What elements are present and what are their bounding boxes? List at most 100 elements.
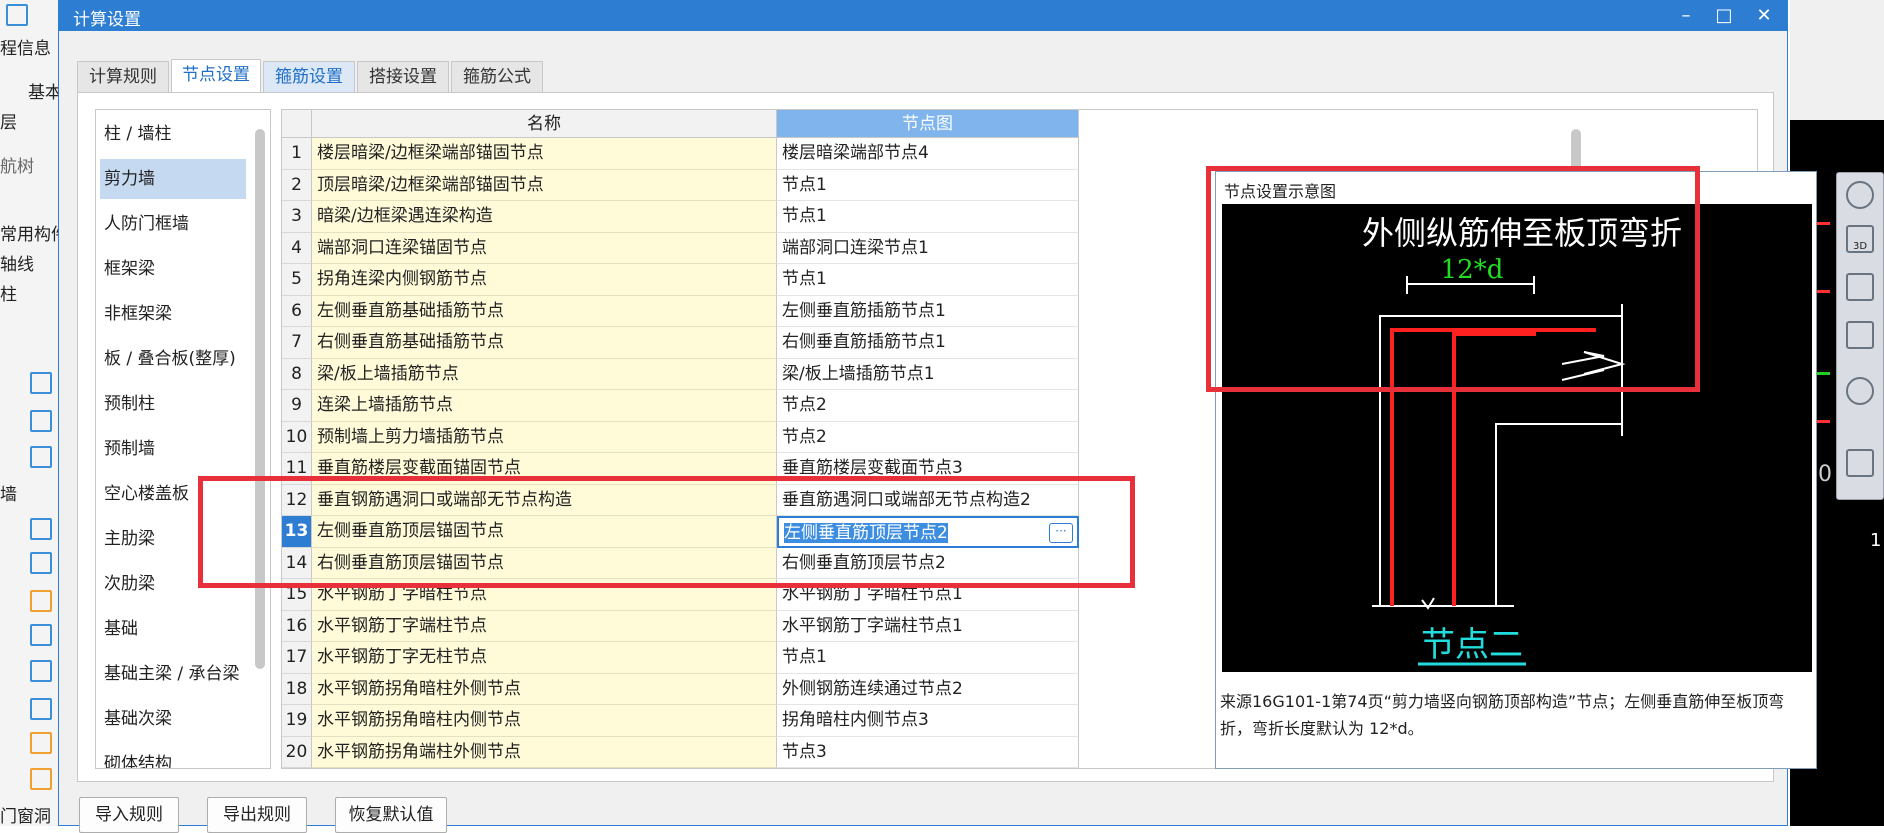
table-row[interactable]: 16 水平钢筋丁字端柱节点 水平钢筋丁字端柱节点1 [282, 610, 1082, 642]
row-node[interactable]: 节点1 [777, 264, 1079, 296]
title-bar[interactable]: 计算设置 – □ ✕ [59, 1, 1787, 31]
row-node[interactable]: 节点2 [777, 421, 1079, 453]
row-node[interactable]: 左侧垂直筋插筋节点1 [777, 295, 1079, 327]
row-node[interactable]: 节点2 [777, 390, 1079, 422]
table-row[interactable]: 18 水平钢筋拐角暗柱外侧节点 外侧钢筋连续通过节点2 [282, 673, 1082, 705]
tab-lap-settings[interactable]: 搭接设置 [357, 61, 449, 92]
grid-view-icon[interactable] [1846, 449, 1874, 477]
row-node[interactable]: 右侧垂直筋插筋节点1 [777, 327, 1079, 359]
front-view-icon[interactable] [1846, 273, 1874, 301]
row-number: 2 [282, 169, 312, 201]
bg-marker-text: 1 [1870, 530, 1882, 551]
row-node[interactable]: 梁/板上墙插筋节点1 [777, 358, 1079, 390]
import-rules-button[interactable]: 导入规则 [79, 797, 179, 833]
category-column[interactable]: 柱 / 墙柱 [100, 114, 246, 154]
row-number: 7 [282, 327, 312, 359]
column-cap-icon[interactable] [30, 410, 52, 432]
category-foundation[interactable]: 基础 [100, 609, 246, 649]
header-node-diagram[interactable]: 节点图 [777, 110, 1079, 138]
tab-stirrup-settings[interactable]: 箍筋设置 [263, 61, 355, 92]
table-row[interactable]: 9 连梁上墙插筋节点 节点2 [282, 390, 1082, 422]
table-row[interactable]: 7 右侧垂直筋基础插筋节点 右侧垂直筋插筋节点1 [282, 327, 1082, 359]
row-node[interactable]: 节点1 [777, 642, 1079, 674]
row-node[interactable]: 节点1 [777, 201, 1079, 233]
shear-wall-icon[interactable] [30, 552, 52, 574]
restore-defaults-button[interactable]: 恢复默认值 [335, 797, 447, 833]
calculation-settings-dialog: 计算设置 – □ ✕ 计算规则 节点设置 箍筋设置 搭接设置 箍筋公式 柱 / … [58, 0, 1817, 833]
category-shear-wall[interactable]: 剪力墙 [100, 159, 246, 199]
sphere-view-icon[interactable] [1846, 181, 1874, 209]
row-node[interactable]: 端部洞口连梁节点1 [777, 232, 1079, 264]
side-view-icon[interactable] [1846, 321, 1874, 349]
close-button[interactable]: ✕ [1749, 3, 1779, 29]
wall-grid-icon[interactable] [30, 660, 52, 682]
category-precast-wall[interactable]: 预制墙 [100, 429, 246, 469]
table-row[interactable]: 1 楼层暗梁/边框梁端部锚固节点 楼层暗梁端部节点4 [282, 138, 1082, 170]
export-rules-button[interactable]: 导出规则 [207, 797, 307, 833]
table-row[interactable]: 3 暗梁/边框梁遇连梁构造 节点1 [282, 201, 1082, 233]
table-row[interactable]: 4 端部洞口连梁锚固节点 端部洞口连梁节点1 [282, 232, 1082, 264]
3d-view-icon[interactable]: 3D [1846, 225, 1874, 253]
tab-calc-rules[interactable]: 计算规则 [77, 61, 169, 92]
dialog-title: 计算设置 [73, 10, 141, 30]
row-number: 6 [282, 295, 312, 327]
row-node[interactable]: 楼层暗梁端部节点4 [777, 138, 1079, 170]
rotate-icon[interactable] [1846, 377, 1874, 405]
row-name: 水平钢筋丁字无柱节点 [312, 642, 777, 674]
minimize-button[interactable]: – [1671, 3, 1701, 29]
category-masonry[interactable]: 砌体结构 [100, 744, 246, 768]
wall-block-icon[interactable] [30, 698, 52, 720]
table-row[interactable]: 19 水平钢筋拐角暗柱内侧节点 拐角暗柱内侧节点3 [282, 705, 1082, 737]
column-tool-icon[interactable] [30, 372, 52, 394]
row-number: 16 [282, 610, 312, 642]
brick-wall-icon[interactable] [30, 590, 52, 612]
bg-label-door-window[interactable]: 门窗洞 [0, 802, 51, 827]
row-number: 10 [282, 421, 312, 453]
bg-label-wall[interactable]: 墙 [0, 480, 17, 505]
category-scrollbar[interactable] [255, 129, 265, 669]
bg-label-project-info[interactable]: 程信息 [0, 34, 51, 59]
row-node[interactable]: 水平钢筋丁字端柱节点1 [777, 610, 1079, 642]
column-base-icon[interactable] [30, 446, 52, 468]
row-number: 8 [282, 358, 312, 390]
masonry-icon[interactable] [30, 732, 52, 754]
row-node[interactable]: 节点3 [777, 736, 1079, 768]
bg-label-floor[interactable]: 层 [0, 108, 17, 133]
tab-node-settings[interactable]: 节点设置 [171, 59, 261, 92]
header-name[interactable]: 名称 [312, 110, 777, 138]
row-node[interactable]: 节点1 [777, 169, 1079, 201]
row-name: 左侧垂直筋基础插筋节点 [312, 295, 777, 327]
table-row[interactable]: 17 水平钢筋丁字无柱节点 节点1 [282, 642, 1082, 674]
annotation-highlight-rows [198, 476, 1135, 588]
bg-label-column[interactable]: 柱 [0, 280, 17, 305]
category-slab[interactable]: 板 / 叠合板(整厚) [100, 339, 246, 379]
category-civil-defense-wall[interactable]: 人防门框墙 [100, 204, 246, 244]
row-number: 1 [282, 138, 312, 170]
bg-label-basic[interactable]: 基本 [28, 78, 62, 103]
row-node[interactable]: 拐角暗柱内侧节点3 [777, 705, 1079, 737]
row-name: 端部洞口连梁锚固节点 [312, 232, 777, 264]
table-row[interactable]: 6 左侧垂直筋基础插筋节点 左侧垂直筋插筋节点1 [282, 295, 1082, 327]
maximize-button[interactable]: □ [1709, 3, 1739, 29]
row-number: 9 [282, 390, 312, 422]
category-frame-beam[interactable]: 框架梁 [100, 249, 246, 289]
bg-label-axis[interactable]: 轴线 [0, 250, 34, 275]
category-foundation-secondary-beam[interactable]: 基础次梁 [100, 699, 246, 739]
table-row[interactable]: 5 拐角连梁内侧钢筋节点 节点1 [282, 264, 1082, 296]
table-row[interactable]: 8 梁/板上墙插筋节点 梁/板上墙插筋节点1 [282, 358, 1082, 390]
view-toolbox: 3D [1836, 172, 1884, 500]
table-row[interactable]: 20 水平钢筋拐角端柱外侧节点 节点3 [282, 736, 1082, 768]
row-number: 17 [282, 642, 312, 674]
row-node[interactable]: 外侧钢筋连续通过节点2 [777, 673, 1079, 705]
brick-icon[interactable] [30, 768, 52, 790]
table-row[interactable]: 2 顶层暗梁/边框梁端部锚固节点 节点1 [282, 169, 1082, 201]
category-non-frame-beam[interactable]: 非框架梁 [100, 294, 246, 334]
wall-tool-icon[interactable] [30, 518, 52, 540]
category-precast-column[interactable]: 预制柱 [100, 384, 246, 424]
bg-label-nav-tree[interactable]: 航树 [0, 152, 34, 177]
category-foundation-main-beam[interactable]: 基础主梁 / 承台梁 [100, 654, 246, 694]
table-row[interactable]: 10 预制墙上剪力墙插筋节点 节点2 [282, 421, 1082, 453]
curtain-wall-icon[interactable] [30, 624, 52, 646]
row-name: 顶层暗梁/边框梁端部锚固节点 [312, 169, 777, 201]
tab-stirrup-formula[interactable]: 箍筋公式 [451, 61, 543, 92]
